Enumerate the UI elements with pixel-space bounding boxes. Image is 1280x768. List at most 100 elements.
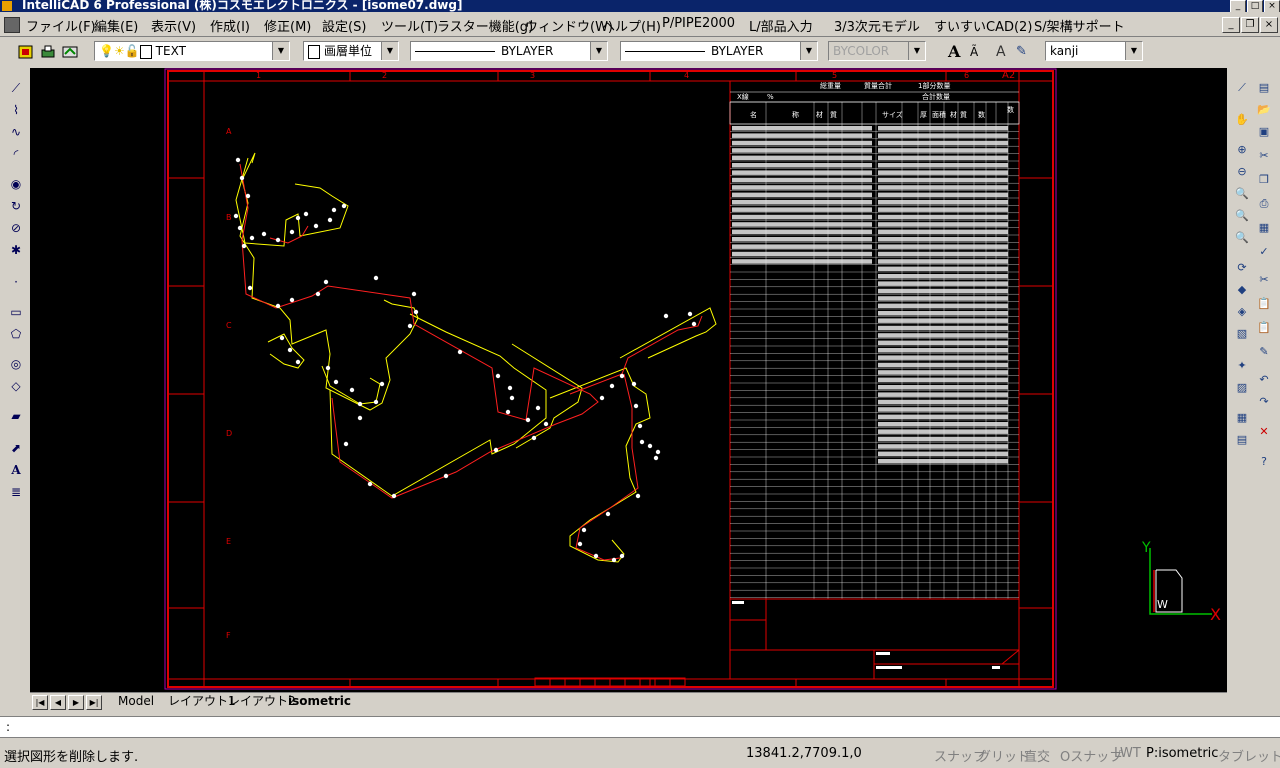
- layer-previous-icon[interactable]: [40, 44, 56, 60]
- menu-raster[interactable]: ラスター機能(g): [437, 16, 533, 35]
- chevron-down-icon[interactable]: ▼: [272, 42, 289, 60]
- text-color-icon[interactable]: A: [996, 44, 1012, 60]
- pan-icon[interactable]: ✋: [1234, 112, 1250, 128]
- layer-states-icon[interactable]: [62, 44, 78, 60]
- ellipse-icon[interactable]: ⊘: [8, 220, 24, 236]
- tab-prev-button[interactable]: ◀: [50, 695, 66, 710]
- menu-file[interactable]: ファイル(F): [26, 16, 96, 35]
- spline-icon[interactable]: ∿: [8, 124, 24, 140]
- maximize-button[interactable]: □: [1247, 0, 1263, 12]
- clipboard-icon[interactable]: 📋: [1256, 296, 1272, 312]
- print-preview-icon[interactable]: ▦: [1256, 220, 1272, 236]
- donut-icon[interactable]: ◎: [8, 356, 24, 372]
- lwt-toggle[interactable]: LWT: [1114, 746, 1141, 761]
- new-file-icon[interactable]: ▤: [1256, 80, 1272, 96]
- help-icon[interactable]: ?: [1256, 454, 1272, 470]
- doc-restore-button[interactable]: ❐: [1241, 17, 1259, 33]
- revision-cloud-icon[interactable]: ↻: [8, 198, 24, 214]
- command-line[interactable]: :: [0, 716, 1280, 738]
- menu-window[interactable]: ウィンドウ(W): [525, 16, 613, 35]
- layer-dropdown[interactable]: 💡☀🔓 TEXT ▼: [94, 41, 290, 61]
- menu-settings[interactable]: 設定(S): [322, 16, 366, 35]
- document-icon[interactable]: [4, 17, 20, 33]
- paste-icon[interactable]: 📋: [1256, 320, 1272, 336]
- doc-minimize-button[interactable]: _: [1222, 17, 1240, 33]
- tab-model[interactable]: Model: [118, 694, 154, 709]
- zoom-previous-icon[interactable]: 🔍: [1234, 230, 1250, 246]
- menu-3d-model[interactable]: 3/3次元モデル: [834, 16, 920, 35]
- polygon-icon[interactable]: ⬠: [8, 326, 24, 342]
- layer-manager-icon[interactable]: [18, 44, 34, 60]
- menu-edit[interactable]: 編集(E): [94, 16, 138, 35]
- menu-frame-support[interactable]: S/架構サポート: [1034, 16, 1125, 35]
- circle-icon[interactable]: ◉: [8, 176, 24, 192]
- line-icon[interactable]: ⟋: [8, 80, 24, 96]
- minimize-button[interactable]: _: [1230, 0, 1246, 12]
- menu-help[interactable]: ヘルプ(H): [602, 16, 661, 35]
- rectangle-icon[interactable]: ▭: [8, 304, 24, 320]
- insert-icon[interactable]: ⬈: [8, 440, 24, 456]
- space-toggle[interactable]: P:isometric: [1146, 746, 1218, 761]
- table-icon[interactable]: ▦: [1234, 410, 1250, 426]
- menu-view[interactable]: 表示(V): [151, 16, 196, 35]
- cut-icon[interactable]: ✂: [1256, 148, 1272, 164]
- text-icon[interactable]: A: [8, 462, 24, 478]
- zoom-window-icon[interactable]: 🔍: [1234, 186, 1250, 202]
- app-icon[interactable]: [2, 1, 12, 11]
- copy-icon[interactable]: ❐: [1256, 172, 1272, 188]
- match-properties-icon[interactable]: ✎: [1256, 344, 1272, 360]
- menu-tools[interactable]: ツール(T): [381, 16, 438, 35]
- menu-pipe2000[interactable]: P/PIPE2000: [662, 16, 735, 31]
- tab-layout1[interactable]: レイアウト1: [168, 694, 236, 709]
- chevron-down-icon[interactable]: ▼: [800, 42, 817, 60]
- tab-first-button[interactable]: |◀: [32, 695, 48, 710]
- print-icon[interactable]: ⎙: [1256, 196, 1272, 212]
- render-icon[interactable]: ◈: [1234, 304, 1250, 320]
- spellcheck-icon[interactable]: ✓: [1256, 244, 1272, 260]
- layer-toggle-icon[interactable]: ◆: [1234, 282, 1250, 298]
- menu-modify[interactable]: 修正(M): [264, 16, 311, 35]
- zoom-in-icon[interactable]: ⊕: [1234, 142, 1250, 158]
- ortho-toggle[interactable]: 直交: [1024, 746, 1050, 765]
- close-button[interactable]: ×: [1264, 0, 1280, 12]
- doc-close-button[interactable]: ×: [1260, 17, 1278, 33]
- point-icon[interactable]: ·: [8, 274, 24, 290]
- tab-layout2[interactable]: レイアウト2: [228, 694, 296, 709]
- drawing-canvas[interactable]: A B C D E F 1 2 3 4 5 6 A2 総重量 質量合計 1部分数…: [30, 68, 1227, 692]
- polyline-icon[interactable]: ⌇: [8, 102, 24, 118]
- orbit-icon[interactable]: ⟳: [1234, 260, 1250, 276]
- menu-insert[interactable]: 作成(I): [210, 16, 250, 35]
- lineweight-dropdown[interactable]: BYLAYER ▼: [620, 41, 818, 61]
- layer-unit-dropdown[interactable]: 画層単位 ▼: [303, 41, 399, 61]
- grid-toggle[interactable]: グリッド: [978, 746, 1030, 765]
- tab-isometric[interactable]: isometric: [288, 694, 351, 709]
- text-format-icon[interactable]: Ã: [970, 44, 986, 60]
- osnap-toggle[interactable]: Oスナップ: [1060, 746, 1122, 765]
- light-icon[interactable]: ✦: [1234, 358, 1250, 374]
- scene-icon[interactable]: ▨: [1234, 380, 1250, 396]
- arc-icon[interactable]: ◜: [8, 146, 24, 162]
- redo-icon[interactable]: ↷: [1256, 394, 1272, 410]
- block-icon[interactable]: ▰: [8, 408, 24, 424]
- chevron-down-icon[interactable]: ▼: [590, 42, 607, 60]
- region-icon[interactable]: ◇: [8, 378, 24, 394]
- zoom-out-icon[interactable]: ⊖: [1234, 164, 1250, 180]
- multiline-text-icon[interactable]: ≣: [8, 484, 24, 500]
- text-style-icon[interactable]: A: [948, 44, 964, 60]
- zoom-extents-icon[interactable]: 🔍: [1234, 208, 1250, 224]
- materials-icon[interactable]: ▧: [1234, 326, 1250, 342]
- aerial-view-icon[interactable]: ⟋: [1234, 80, 1250, 96]
- open-file-icon[interactable]: 📂: [1256, 102, 1272, 118]
- menu-suisui-cad[interactable]: すいすいCAD(2): [934, 16, 1032, 35]
- save-icon[interactable]: ▣: [1256, 124, 1272, 140]
- tablet-toggle[interactable]: タブレット: [1218, 746, 1280, 765]
- tab-next-button[interactable]: ▶: [68, 695, 84, 710]
- tab-last-button[interactable]: ▶|: [86, 695, 102, 710]
- scissors-icon[interactable]: ✂: [1256, 272, 1272, 288]
- menu-parts-input[interactable]: L/部品入力: [749, 16, 813, 35]
- font-dropdown[interactable]: kanji ▼: [1045, 41, 1143, 61]
- undo-icon[interactable]: ↶: [1256, 372, 1272, 388]
- chevron-down-icon[interactable]: ▼: [1125, 42, 1142, 60]
- properties-icon[interactable]: ▤: [1234, 432, 1250, 448]
- text-edit-icon[interactable]: ✎: [1016, 44, 1032, 60]
